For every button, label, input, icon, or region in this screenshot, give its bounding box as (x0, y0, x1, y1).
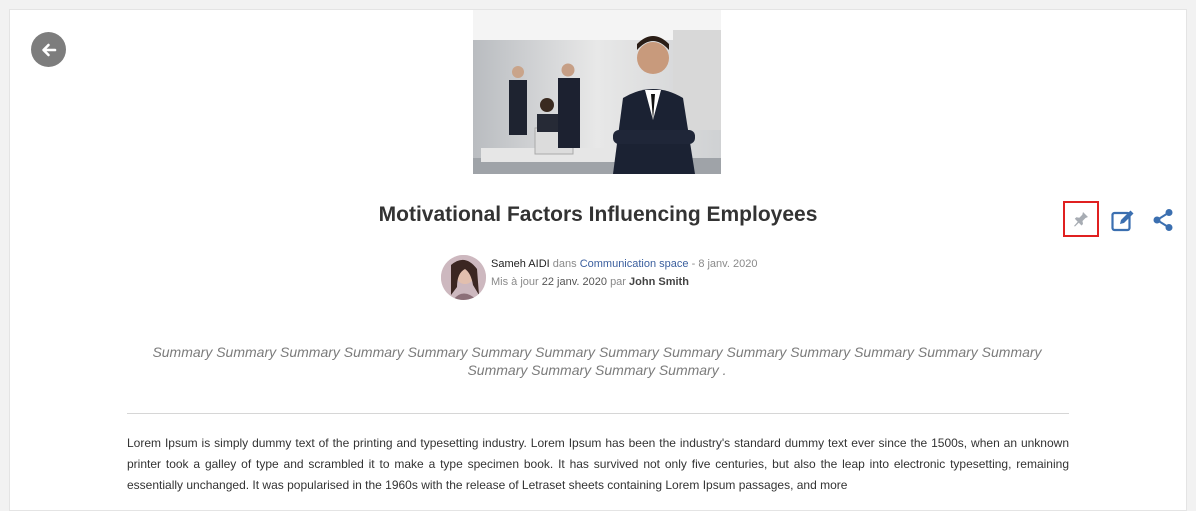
author-name[interactable]: Sameh AIDI (491, 258, 550, 270)
by-word: par (610, 276, 626, 288)
arrow-left-icon (41, 43, 56, 56)
article-meta-published: Sameh AIDI dans Communication space - 8 … (491, 258, 757, 270)
updated-by[interactable]: John Smith (629, 276, 689, 288)
edit-icon (1111, 210, 1134, 232)
back-button[interactable] (31, 32, 66, 67)
updated-label: Mis à jour (491, 276, 539, 288)
pin-icon (1074, 212, 1088, 227)
edit-button[interactable] (1110, 207, 1136, 233)
pin-button[interactable] (1063, 201, 1099, 237)
article-body: Lorem Ipsum is simply dummy text of the … (127, 436, 1069, 492)
article-title: Motivational Factors Influencing Employe… (378, 203, 818, 226)
article-card: Motivational Factors Influencing Employe… (9, 9, 1187, 511)
article-cover-image (473, 10, 721, 174)
article-summary: Summary Summary Summary Summary Summary … (152, 344, 1042, 378)
published-date: - 8 janv. 2020 (691, 258, 758, 270)
article-meta-updated: Mis à jour 22 janv. 2020 par John Smith (491, 276, 689, 288)
divider (127, 413, 1069, 414)
share-button[interactable] (1152, 208, 1174, 232)
updated-date: 22 janv. 2020 (541, 276, 607, 288)
in-word: dans (552, 258, 577, 270)
space-link[interactable]: Communication space (580, 258, 689, 270)
author-avatar (441, 255, 486, 300)
share-icon (1153, 209, 1173, 231)
